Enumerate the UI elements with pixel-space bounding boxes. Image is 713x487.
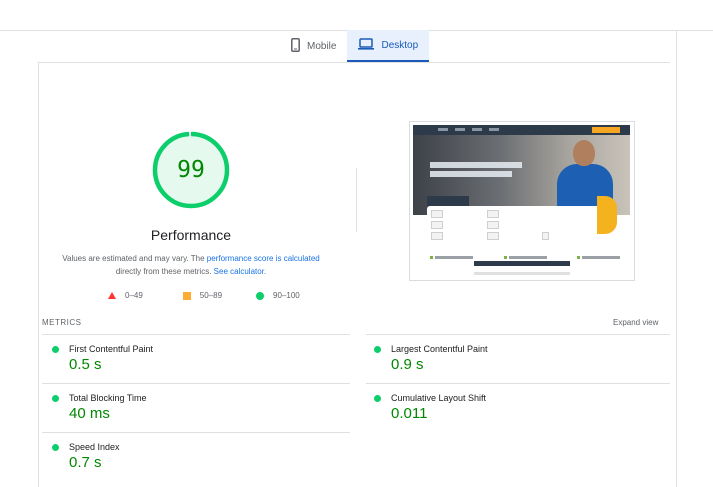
pass-dot-icon (374, 346, 381, 353)
circle-icon (256, 291, 265, 300)
metric-label: First Contentful Paint (69, 344, 154, 354)
metrics-divider (42, 383, 350, 384)
score-calculated-link[interactable]: performance score is calculated (207, 254, 320, 263)
metric-value: 0.9 s (391, 356, 424, 373)
metric-label: Speed Index (69, 442, 120, 452)
metric-label: Total Blocking Time (69, 393, 147, 403)
metric-label: Largest Contentful Paint (391, 344, 488, 354)
metric-value: 0.7 s (69, 454, 102, 471)
triangle-icon (108, 292, 116, 299)
smartphone-icon (291, 37, 300, 55)
score-description: Values are estimated and may vary. The p… (55, 252, 327, 278)
square-icon (182, 291, 191, 300)
performance-score: 99 (177, 157, 205, 183)
tab-mobile-label: Mobile (307, 40, 337, 52)
metrics-divider (42, 334, 350, 335)
thumbnail-navbar (413, 125, 630, 135)
thumbnail-heading (474, 261, 570, 266)
metric-label: Cumulative Layout Shift (391, 393, 487, 403)
legend-average-label: 50–89 (199, 291, 223, 300)
device-tabs: Mobile Desktop (280, 30, 430, 62)
legend-fail-label: 0–49 (125, 291, 143, 300)
legend-pass: 90–100 (256, 291, 300, 300)
pass-dot-icon (52, 395, 59, 402)
description-text-2: directly from these metrics. (115, 267, 214, 276)
metrics-heading: METRICS (42, 318, 82, 327)
pass-dot-icon (374, 395, 381, 402)
thumbnail-divider (474, 272, 570, 275)
pass-dot-icon (52, 346, 59, 353)
legend-fail: 0–49 (108, 291, 143, 300)
tabs-divider (38, 62, 670, 63)
tab-desktop[interactable]: Desktop (347, 30, 430, 62)
legend-average: 50–89 (182, 291, 223, 300)
score-legend: 0–49 50–89 90–100 (108, 291, 320, 300)
expand-view-button[interactable]: Expand view (613, 318, 658, 327)
legend-pass-label: 90–100 (273, 291, 300, 300)
pass-dot-icon (52, 444, 59, 451)
metric-value: 40 ms (69, 405, 110, 422)
tab-desktop-label: Desktop (381, 39, 419, 51)
page-screenshot-thumbnail (409, 121, 635, 281)
metrics-divider (366, 383, 670, 384)
vertical-divider (356, 168, 357, 232)
metrics-divider (42, 432, 350, 433)
tab-mobile[interactable]: Mobile (280, 30, 347, 62)
description-text: Values are estimated and may vary. The (62, 254, 207, 263)
right-border (676, 30, 677, 487)
left-border (38, 62, 39, 487)
metrics-divider (366, 334, 670, 335)
metric-value: 0.5 s (69, 356, 102, 373)
see-calculator-link[interactable]: See calculator. (214, 267, 266, 276)
laptop-icon (358, 37, 375, 53)
thumbnail-search-form (427, 196, 617, 244)
performance-title: Performance (150, 227, 232, 243)
metric-value: 0.011 (391, 405, 428, 422)
